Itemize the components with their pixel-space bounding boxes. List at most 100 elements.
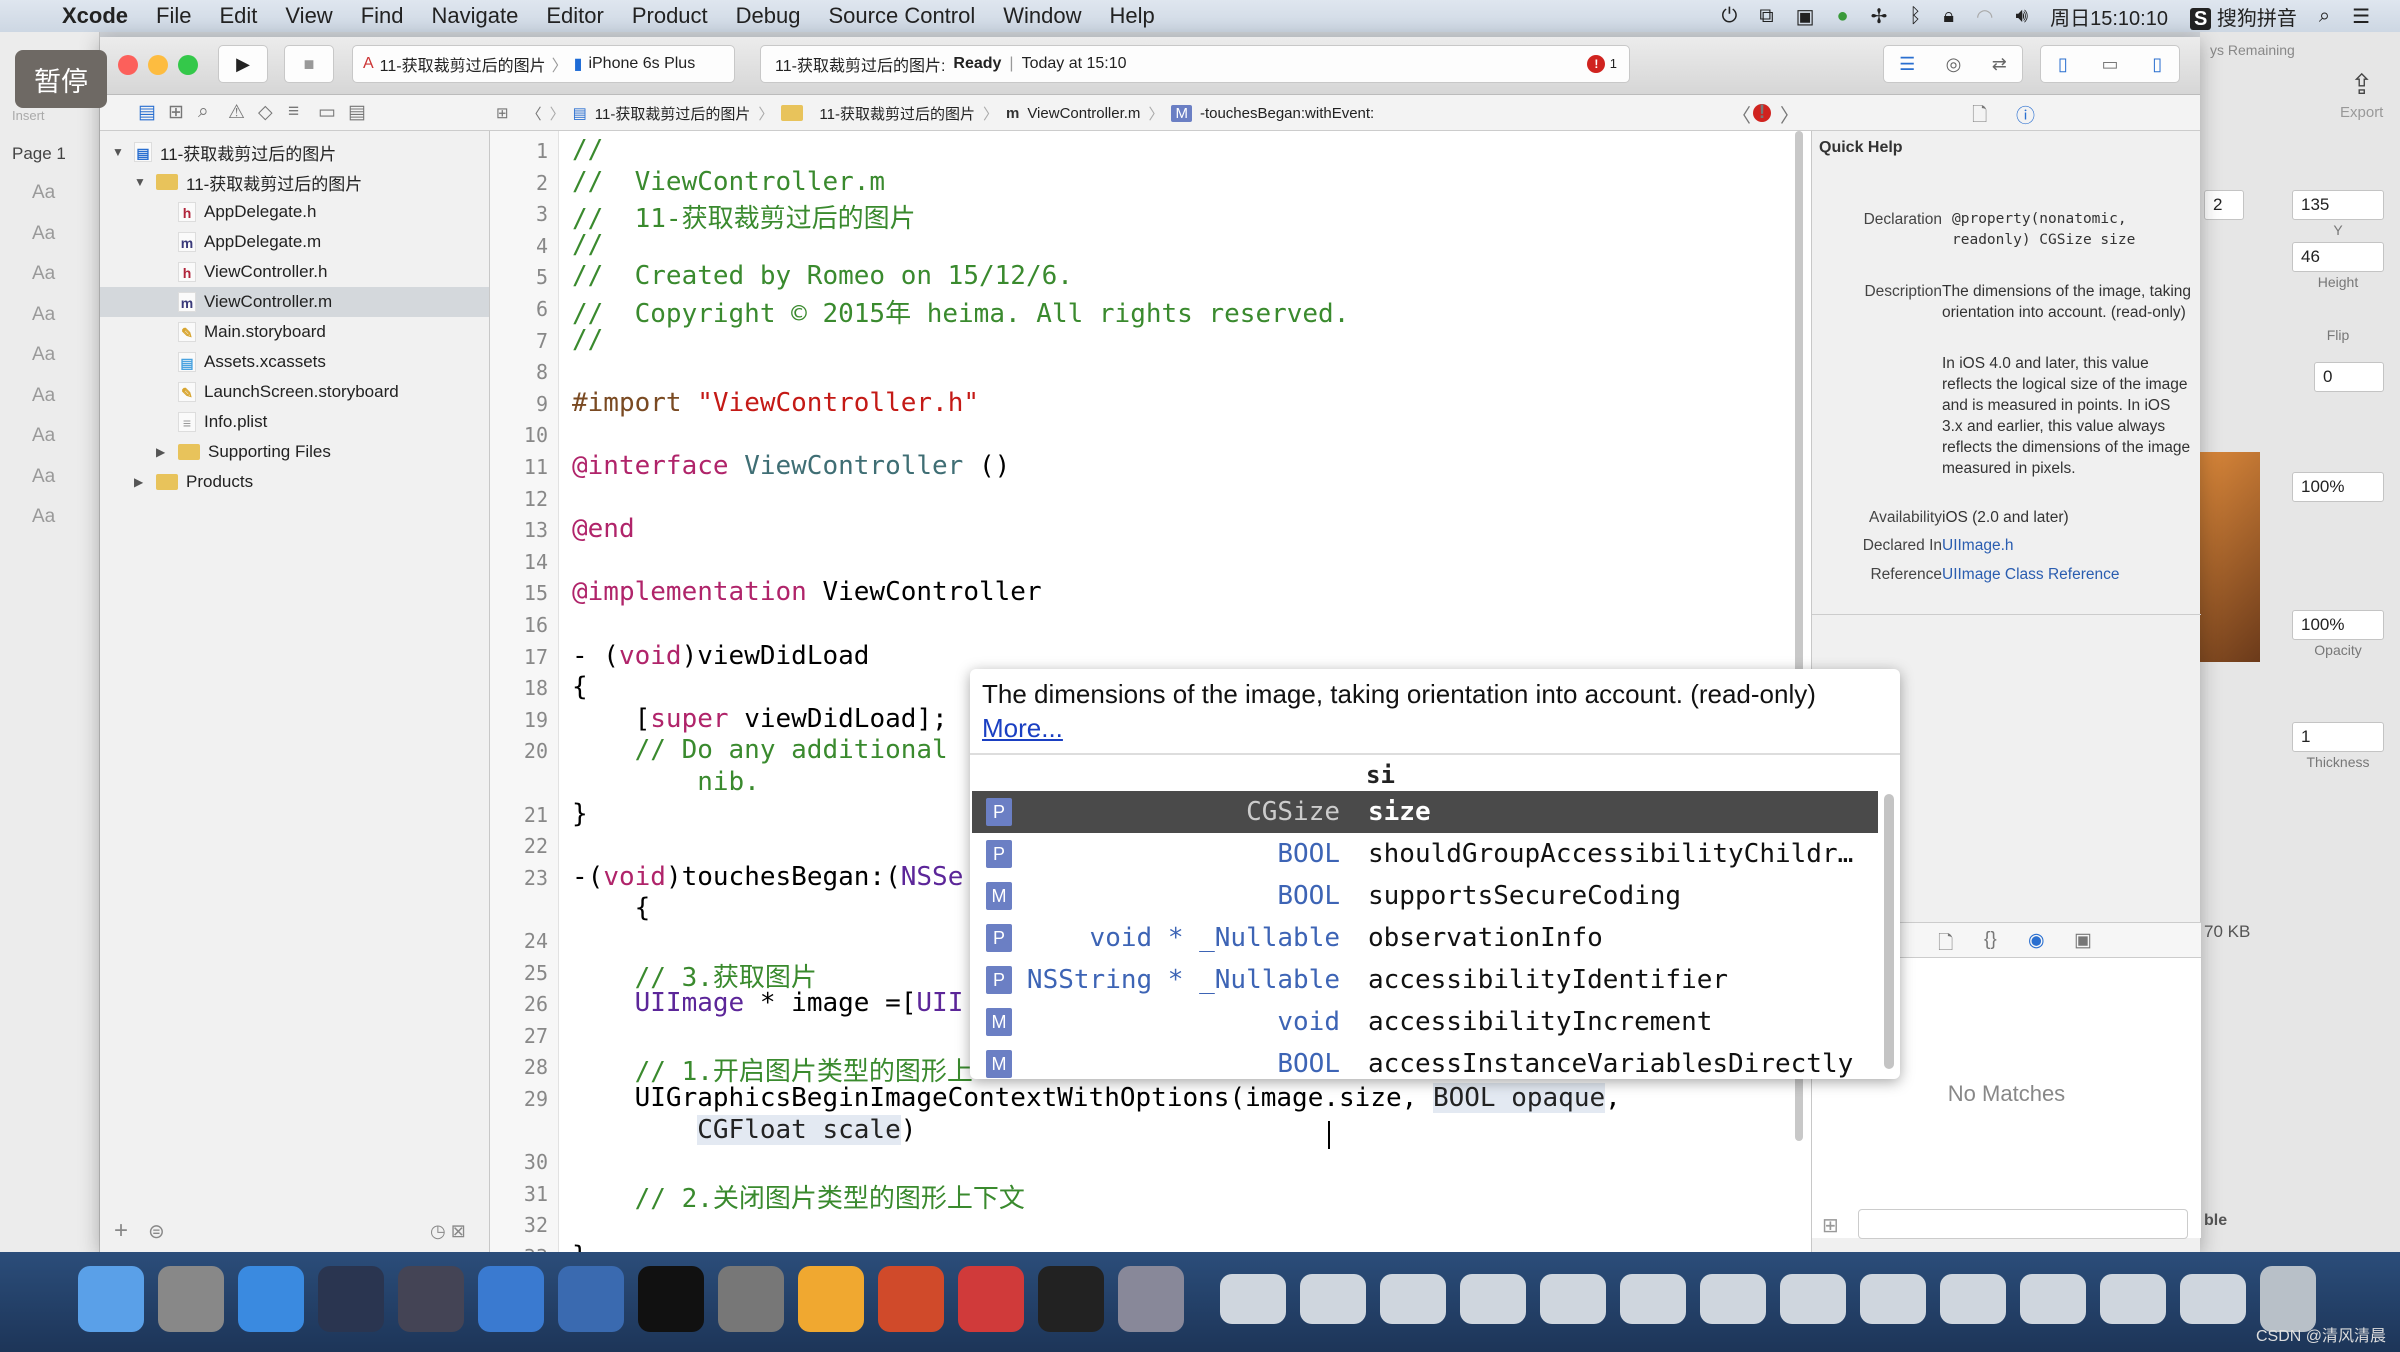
back-icon[interactable]: 〈 <box>527 103 542 124</box>
navigator-item[interactable]: ▼ ▤ 11-获取裁剪过后的图片 <box>100 137 489 167</box>
navigator-item[interactable]: m ViewController.m <box>100 287 489 317</box>
minimized-window-icon[interactable] <box>2180 1274 2246 1324</box>
y-field[interactable]: 135 <box>2292 190 2384 220</box>
disclosure-open-icon[interactable]: ▼ <box>112 145 128 159</box>
rotation-field[interactable]: 0 <box>2314 362 2384 392</box>
completion-item[interactable]: P CGSize size <box>972 791 1878 833</box>
file-template-icon[interactable]: 🗋︎ <box>1938 929 1953 961</box>
text-style-item[interactable]: Aa <box>32 304 55 326</box>
thickness-field[interactable]: 1 <box>2292 722 2384 752</box>
system-preferences-icon[interactable] <box>718 1266 784 1332</box>
navigator-item[interactable]: ▶ Supporting Files <box>100 437 489 467</box>
next-issue-icon[interactable]: 〉 <box>1780 101 1799 128</box>
minimized-window-icon[interactable] <box>1700 1274 1766 1324</box>
opacity-field-2[interactable]: 100% <box>2292 610 2384 640</box>
recent-files-icon[interactable]: ◷ ⊠ <box>430 1221 466 1242</box>
debug-navigator-icon[interactable]: ≡ <box>288 101 299 123</box>
wifi-icon[interactable]: ◠ <box>1976 4 1993 29</box>
text-style-item[interactable]: Aa <box>32 223 55 245</box>
text-style-item[interactable]: Aa <box>32 466 55 488</box>
forward-icon[interactable]: 〉 <box>550 103 565 124</box>
screen-icon[interactable]: ⧉ <box>1759 5 1773 28</box>
quick-help-icon[interactable]: ⓘ <box>2016 101 2035 128</box>
text-style-item[interactable]: Aa <box>32 425 55 447</box>
disclosure-open-icon[interactable]: ▼ <box>134 175 150 189</box>
add-icon[interactable]: + <box>114 1217 128 1245</box>
navigator-item[interactable]: h ViewController.h <box>100 257 489 287</box>
minimize-button[interactable] <box>148 55 168 75</box>
camera-icon[interactable]: ▣ <box>1796 4 1815 29</box>
xcode-icon[interactable] <box>478 1266 544 1332</box>
menu-navigate[interactable]: Navigate <box>418 3 533 29</box>
fan-icon[interactable]: ✢ <box>1871 4 1888 29</box>
code-snippet-icon[interactable]: {} <box>1984 929 1997 951</box>
disclosure-closed-icon[interactable]: ▶ <box>156 445 172 459</box>
jump-file[interactable]: ViewController.m <box>1027 105 1140 122</box>
terminal-icon[interactable] <box>638 1266 704 1332</box>
menu-editor[interactable]: Editor <box>532 3 617 29</box>
media-library-icon[interactable]: ▣ <box>2074 929 2092 952</box>
text-style-item[interactable]: Aa <box>32 344 55 366</box>
power-icon[interactable]: ⏻ <box>1722 5 1738 28</box>
export-icon[interactable]: ⇪ <box>2350 68 2373 101</box>
menu-window[interactable]: Window <box>989 3 1095 29</box>
minimized-window-icon[interactable] <box>1860 1274 1926 1324</box>
navigator-toggle-icon[interactable]: ▯ <box>2058 54 2068 75</box>
more-link[interactable]: More... <box>982 713 1063 743</box>
project-navigator-icon[interactable]: ▤ <box>138 101 156 124</box>
text-style-item[interactable]: Aa <box>32 182 55 204</box>
completion-item[interactable]: Mvoid accessibilityIncrement <box>972 1001 1878 1043</box>
text-style-item[interactable]: Aa <box>32 263 55 285</box>
filter-icon[interactable]: ⊜ <box>148 1219 165 1244</box>
menu-view[interactable]: View <box>271 3 346 29</box>
reference-link[interactable]: UIImage Class Reference <box>1942 564 2192 585</box>
grid-view-icon[interactable]: ⊞ <box>1822 1213 1839 1238</box>
utilities-toggle-icon[interactable]: ▯ <box>2152 54 2162 75</box>
navigator-item[interactable]: ▼ 11-获取裁剪过后的图片 <box>100 167 489 197</box>
notification-icon[interactable]: ☰ <box>2352 4 2370 29</box>
minimized-window-icon[interactable] <box>1620 1274 1686 1324</box>
zoom-button[interactable] <box>178 55 198 75</box>
menu-help[interactable]: Help <box>1096 3 1169 29</box>
issue-icon[interactable]: ! <box>1753 103 1771 122</box>
minimized-window-icon[interactable] <box>1540 1274 1606 1324</box>
mouse-icon[interactable] <box>318 1266 384 1332</box>
jump-group[interactable]: 11-获取裁剪过后的图片 <box>819 103 975 124</box>
assistant-editor-icon[interactable]: ◎ <box>1946 54 1962 75</box>
console-icon[interactable] <box>1038 1266 1104 1332</box>
navigator-item[interactable]: ✎ Main.storyboard <box>100 317 489 347</box>
related-items-icon[interactable]: ⊞ <box>496 104 509 122</box>
x-field[interactable]: 2 <box>2204 190 2244 220</box>
run-button[interactable]: ▶ <box>218 45 268 83</box>
disclosure-closed-icon[interactable]: ▶ <box>134 475 150 489</box>
ime[interactable]: S 搜狗拼音 <box>2189 2 2297 31</box>
text-style-item[interactable]: Aa <box>32 385 55 407</box>
finder-icon[interactable] <box>78 1266 144 1332</box>
prev-issue-icon[interactable]: 〈 <box>1732 101 1751 128</box>
minimized-window-icon[interactable] <box>1940 1274 2006 1324</box>
menu-file[interactable]: File <box>142 3 205 29</box>
parallels-icon[interactable] <box>958 1266 1024 1332</box>
opacity-field-1[interactable]: 100% <box>2292 472 2384 502</box>
debug-toggle-icon[interactable]: ▭ <box>2101 54 2118 75</box>
text-style-item[interactable]: Aa <box>32 506 55 528</box>
jump-method[interactable]: -touchesBegan:withEvent: <box>1200 105 1374 122</box>
menu-edit[interactable]: Edit <box>205 3 271 29</box>
library-filter-input[interactable] <box>1858 1209 2188 1239</box>
minimized-window-icon[interactable] <box>1780 1274 1846 1324</box>
version-editor-icon[interactable]: ⇄ <box>1992 54 2007 75</box>
menu-find[interactable]: Find <box>347 3 418 29</box>
test-navigator-icon[interactable]: ◇ <box>258 101 273 124</box>
pause-overlay[interactable]: 暂停 <box>15 50 107 108</box>
minimized-window-icon[interactable] <box>1460 1274 1526 1324</box>
completion-item[interactable]: M BOOL accessInstanceVariablesDirectly <box>972 1043 1878 1079</box>
instruments-icon[interactable] <box>558 1266 624 1332</box>
standard-editor-icon[interactable]: ☰ <box>1899 54 1915 75</box>
height-field[interactable]: 46 <box>2292 242 2384 272</box>
issue-navigator-icon[interactable]: ⚠ <box>228 101 245 124</box>
navigator-item[interactable]: h AppDelegate.h <box>100 197 489 227</box>
lock-icon[interactable]: 🔒︎ <box>1943 5 1954 28</box>
jump-project[interactable]: 11-获取裁剪过后的图片 <box>595 103 751 124</box>
completion-item[interactable]: M BOOL supportsSecureCoding <box>972 875 1878 917</box>
quicktime-icon[interactable] <box>1118 1266 1184 1332</box>
